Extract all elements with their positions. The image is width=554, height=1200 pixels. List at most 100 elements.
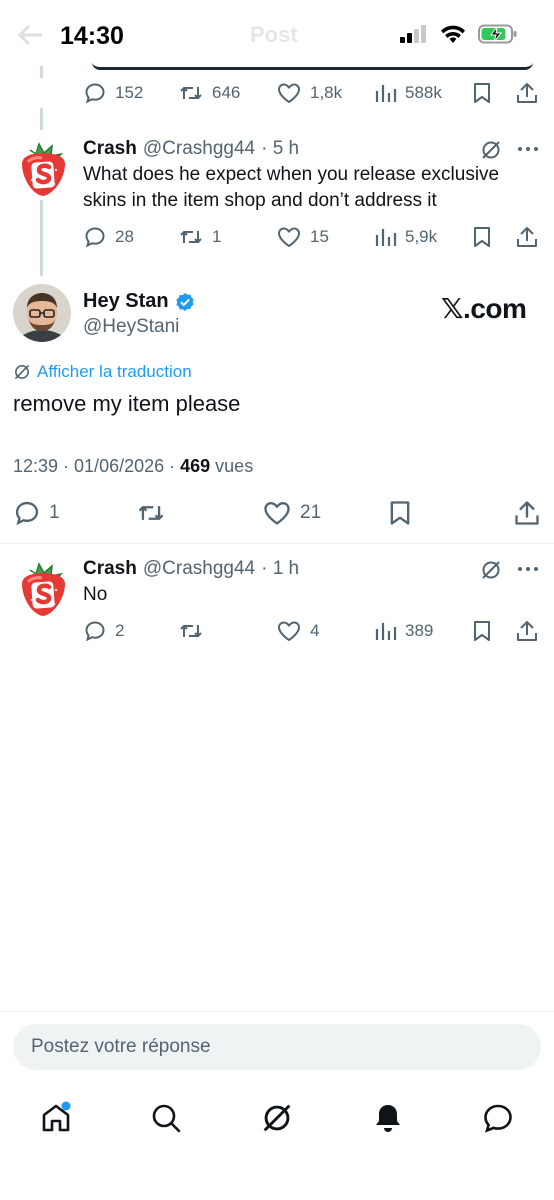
avatar[interactable]	[18, 560, 68, 618]
repost-icon	[180, 87, 202, 99]
like-count: 1,8k	[310, 83, 343, 102]
like-button[interactable]: 1,8k	[276, 78, 342, 108]
reply1-actions: 28 1 15 5,9k	[83, 222, 543, 252]
reply-icon	[15, 501, 39, 526]
grok-icon[interactable]	[480, 559, 502, 581]
divider	[0, 1011, 554, 1012]
search-icon	[152, 1104, 181, 1133]
reply-button[interactable]: 2	[83, 616, 124, 646]
share-button[interactable]	[515, 222, 539, 252]
views-count: 588k	[405, 83, 442, 102]
share-icon	[515, 501, 539, 525]
reply-input[interactable]: Postez votre réponse	[13, 1024, 541, 1070]
like-count: 4	[310, 621, 320, 640]
author-name[interactable]: Crash	[83, 138, 137, 160]
repost-button[interactable]	[136, 498, 166, 528]
share-button[interactable]	[513, 498, 541, 528]
reply-icon	[85, 227, 105, 248]
bookmark-button[interactable]	[471, 78, 493, 108]
messages-icon	[484, 1104, 512, 1133]
strawberry-logo-icon	[22, 142, 65, 196]
tab-grok[interactable]	[257, 1098, 297, 1138]
heart-icon	[277, 83, 301, 104]
heart-icon	[264, 502, 290, 525]
status-bar: Post 14:30	[0, 0, 554, 70]
more-options-icon[interactable]	[517, 566, 539, 572]
reply-count: 152	[115, 83, 144, 102]
tab-notifications[interactable]	[368, 1098, 408, 1138]
status-icons	[400, 24, 518, 44]
views-button[interactable]: 5,9k	[375, 222, 437, 252]
back-arrow-icon[interactable]	[18, 24, 44, 46]
bookmark-button[interactable]	[387, 498, 413, 528]
like-button[interactable]: 15	[276, 222, 329, 252]
profile-photo	[13, 284, 71, 342]
repost-button[interactable]: 1	[178, 222, 221, 252]
reply-button[interactable]: 1	[13, 498, 60, 528]
repost-button[interactable]	[178, 616, 204, 646]
heart-icon	[277, 227, 301, 248]
bookmark-button[interactable]	[471, 222, 493, 252]
views-count: 5,9k	[405, 227, 438, 246]
share-icon	[517, 227, 537, 247]
author-handle[interactable]: @HeyStani	[83, 316, 179, 338]
views-button[interactable]: 389	[375, 616, 433, 646]
views-icon	[375, 85, 397, 102]
repost-icon	[180, 231, 202, 243]
signal-icon	[400, 25, 426, 43]
bookmark-icon	[474, 227, 490, 247]
reply2-header: Crash @Crashgg44 · 1 h	[83, 558, 299, 580]
views-count: 389	[405, 621, 434, 640]
reply-count: 2	[115, 621, 125, 640]
x-com-watermark: 𝕏.com	[441, 293, 527, 324]
reply2-actions: 2 4 389	[83, 616, 543, 646]
bookmark-button[interactable]	[471, 616, 493, 646]
header-title: Post	[250, 22, 298, 47]
like-button[interactable]: 21	[262, 498, 321, 528]
tab-home[interactable]	[36, 1098, 76, 1138]
author-handle[interactable]: @Crashgg44	[143, 138, 255, 160]
like-count: 15	[310, 227, 329, 246]
like-button[interactable]: 4	[276, 616, 319, 646]
reply-count: 1	[49, 502, 60, 523]
author-name[interactable]: Crash	[83, 558, 137, 580]
wifi-icon	[441, 25, 465, 43]
avatar[interactable]	[18, 140, 68, 198]
post-time: · 1 h	[261, 558, 300, 579]
author-name[interactable]: Hey Stan	[83, 290, 169, 313]
tab-search[interactable]	[146, 1098, 186, 1138]
views-button[interactable]: 588k	[375, 78, 442, 108]
repost-count: 1	[212, 227, 222, 246]
previous-tweet-actions: 152 646 1,8k 588k	[83, 78, 543, 108]
quoted-card-edge	[92, 62, 533, 70]
tab-messages[interactable]	[478, 1098, 518, 1138]
more-options-icon[interactable]	[517, 146, 539, 152]
strawberry-logo-icon	[22, 562, 65, 616]
grok-icon	[263, 1104, 291, 1132]
views-icon	[375, 229, 397, 246]
share-button[interactable]	[515, 78, 539, 108]
grok-icon	[14, 364, 30, 380]
repost-button[interactable]: 646	[178, 78, 240, 108]
timestamp: 12:39 · 01/06/2026 ·	[13, 456, 181, 476]
reply-count: 28	[115, 227, 134, 246]
author-handle[interactable]: @Crashgg44	[143, 558, 255, 580]
battery-icon	[478, 24, 517, 44]
translate-link[interactable]: Afficher la traduction	[13, 362, 192, 382]
divider	[0, 543, 554, 544]
reply-icon	[85, 83, 105, 104]
tweet-text: What does he expect when you release exc…	[83, 164, 500, 211]
share-icon	[517, 621, 537, 641]
reply-button[interactable]: 152	[83, 78, 143, 108]
view-count: 469	[180, 456, 211, 476]
repost-icon	[138, 506, 164, 520]
reply-button[interactable]: 28	[83, 222, 134, 252]
share-icon	[517, 83, 537, 103]
tab-bar	[0, 1088, 554, 1148]
repost-count: 646	[212, 83, 241, 102]
thread-line	[40, 108, 43, 130]
grok-icon[interactable]	[480, 139, 502, 161]
avatar[interactable]	[13, 284, 71, 342]
share-button[interactable]	[515, 616, 539, 646]
reply-placeholder: Postez votre réponse	[31, 1036, 211, 1057]
